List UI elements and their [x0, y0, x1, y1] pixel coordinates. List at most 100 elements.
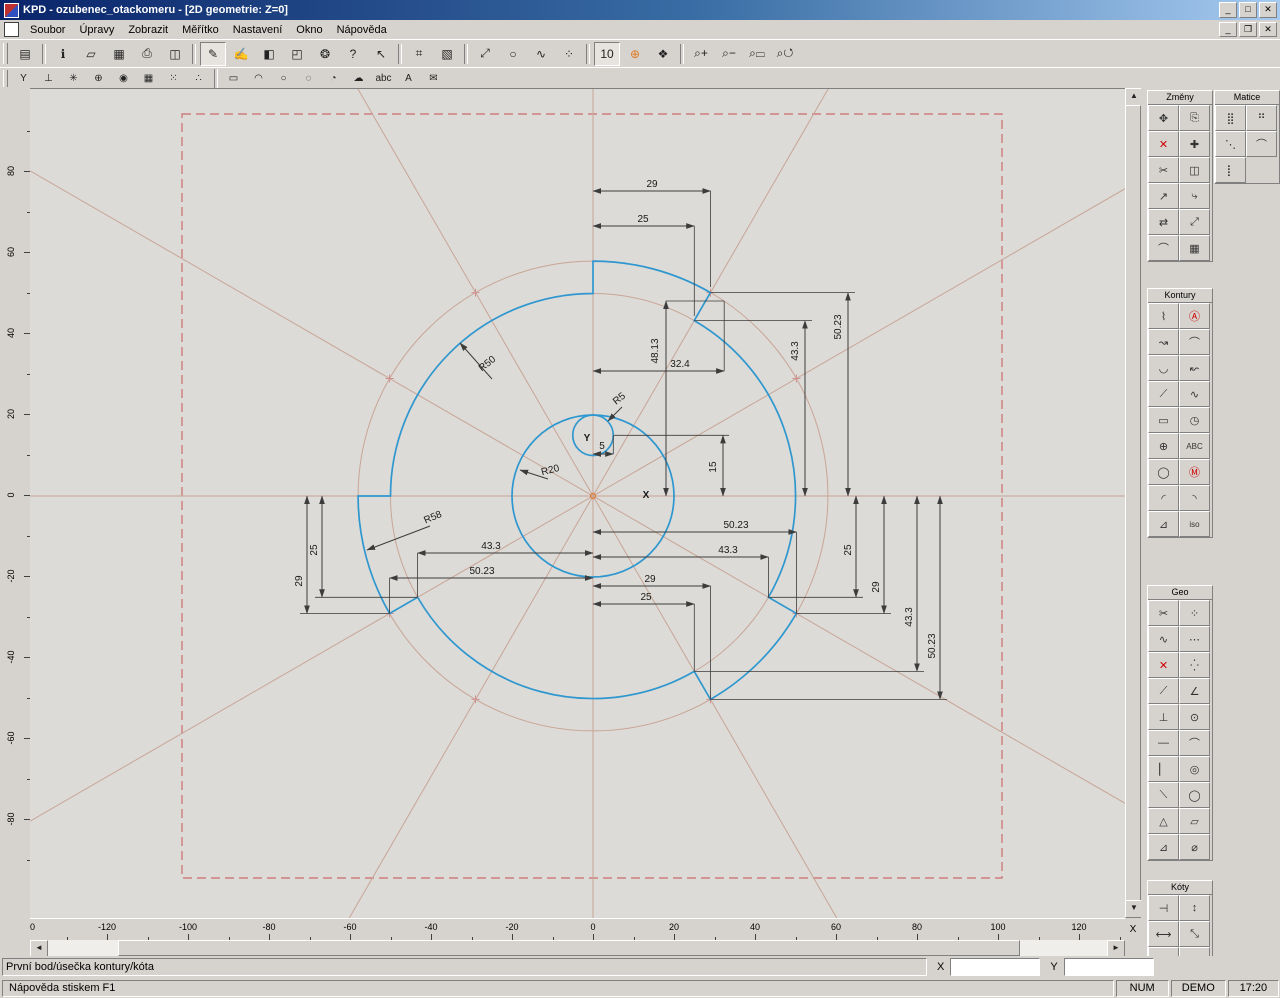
geo-perpendicular-icon[interactable]: ⊥: [1148, 704, 1179, 730]
coordinate-x-input[interactable]: [950, 958, 1040, 976]
arc-3pt-icon[interactable]: ↜: [1179, 355, 1210, 381]
open-icon[interactable]: ▱: [78, 42, 104, 66]
horizontal-scroll-thumb[interactable]: [118, 940, 1020, 956]
web-icon[interactable]: ❂: [312, 42, 338, 66]
geo-diagonal-icon[interactable]: ⟍: [1148, 782, 1179, 808]
mdi-close-button[interactable]: ✕: [1259, 22, 1277, 37]
cad-drawing[interactable]: 292532.448.1343.350.2351550.2343.343.350…: [30, 89, 1125, 919]
dim-vertical-icon[interactable]: ↕: [1179, 895, 1210, 921]
print-preview-icon[interactable]: ◫: [162, 42, 188, 66]
pan-hand-icon[interactable]: ❖: [650, 42, 676, 66]
palette-title-zmeny[interactable]: Změny: [1148, 91, 1212, 105]
spline-icon[interactable]: ∿: [1179, 381, 1210, 407]
geo-wedge-icon[interactable]: ⊿: [1148, 834, 1179, 860]
snap-10-icon[interactable]: 10: [594, 42, 620, 66]
line-arc-icon[interactable]: ↝: [1148, 329, 1179, 355]
dim-aligned-icon[interactable]: ⟷: [1148, 921, 1179, 947]
ellipse-tool-icon[interactable]: ◌: [297, 69, 320, 88]
corner-cut-icon[interactable]: ⊿: [1148, 511, 1179, 537]
edit-nc-icon[interactable]: ✍: [228, 42, 254, 66]
geo-circle-point-icon[interactable]: ⊙: [1179, 704, 1210, 730]
cloud-tool-icon[interactable]: ☁: [347, 69, 370, 88]
vertical-scroll-thumb[interactable]: [1125, 105, 1141, 903]
snap-points-icon[interactable]: ∴: [187, 69, 210, 88]
scale-icon[interactable]: ⤢: [1179, 209, 1210, 235]
menu-item-nastaveni[interactable]: Nastavení: [226, 22, 290, 38]
contour-trace-icon[interactable]: ⌇: [1148, 303, 1179, 329]
arc-tool-icon[interactable]: ◔: [322, 69, 345, 88]
delete-icon[interactable]: ✕: [1148, 131, 1179, 157]
swap-icon[interactable]: ⇄: [1148, 209, 1179, 235]
move-tool-icon[interactable]: ✥: [1148, 105, 1179, 131]
axis-y-icon[interactable]: Y: [12, 69, 35, 88]
add-element-icon[interactable]: ✚: [1179, 131, 1210, 157]
geo-dots-icon[interactable]: ⋯: [1179, 626, 1210, 652]
geo-hline-icon[interactable]: —: [1148, 730, 1179, 756]
grid-icon[interactable]: ▦: [137, 69, 160, 88]
rotate-icon[interactable]: ⤷: [1179, 183, 1210, 209]
corner-chamfer-icon[interactable]: ◝: [1179, 485, 1210, 511]
copy-matrix-icon[interactable]: ⎘: [1179, 105, 1210, 131]
spline-mode-icon[interactable]: ∿: [528, 42, 554, 66]
view-wire-icon[interactable]: ◰: [284, 42, 310, 66]
menu-item-zobrazit[interactable]: Zobrazit: [121, 22, 175, 38]
stretch-icon[interactable]: ↗: [1148, 183, 1179, 209]
geo-diameter-icon[interactable]: ⌀: [1179, 834, 1210, 860]
zoom-previous-icon[interactable]: ⌕↺: [772, 42, 798, 66]
rect-tool-icon[interactable]: ▭: [222, 69, 245, 88]
menu-item-okno[interactable]: Okno: [289, 22, 329, 38]
drawing-canvas[interactable]: 292532.448.1343.350.2351550.2343.343.350…: [30, 88, 1125, 919]
table-icon[interactable]: ⌗: [406, 42, 432, 66]
geo-parallel-icon[interactable]: ▱: [1179, 808, 1210, 834]
ortho-icon[interactable]: ⊥: [37, 69, 60, 88]
toolbar-grip[interactable]: [3, 43, 8, 65]
zoom-in-icon[interactable]: ⌕+: [688, 42, 714, 66]
mdi-minimize-button[interactable]: _: [1219, 22, 1237, 37]
contour-auto-icon[interactable]: Ⓐ: [1179, 303, 1210, 329]
mdi-restore-button[interactable]: ❐: [1239, 22, 1257, 37]
round-icon[interactable]: ⌒: [1148, 235, 1179, 261]
geo-points-icon[interactable]: ⁘: [1179, 600, 1210, 626]
geo-concentric-icon[interactable]: ◎: [1179, 756, 1210, 782]
mirror-icon[interactable]: ◫: [1179, 157, 1210, 183]
save-icon[interactable]: ▦: [106, 42, 132, 66]
palette-title-koty[interactable]: Kóty: [1148, 881, 1212, 895]
close-button[interactable]: ✕: [1259, 2, 1277, 18]
vertical-scrollbar[interactable]: ▲ ▼: [1125, 88, 1141, 918]
menu-item-napoveda[interactable]: Nápověda: [330, 22, 394, 38]
points-mode-icon[interactable]: ⁘: [556, 42, 582, 66]
text-abc-icon[interactable]: abc: [372, 69, 395, 88]
arc-line-icon[interactable]: ⌒: [1179, 329, 1210, 355]
line-angle-icon[interactable]: ⟋: [1148, 381, 1179, 407]
dim-diameter-icon[interactable]: ⌀: [1148, 947, 1179, 956]
geo-curve-icon[interactable]: ∿: [1148, 626, 1179, 652]
corner-round-icon[interactable]: ◜: [1148, 485, 1179, 511]
matrix-path-icon[interactable]: ⋱: [1215, 131, 1246, 157]
help-icon[interactable]: ?: [340, 42, 366, 66]
menu-item-meritko[interactable]: Měřítko: [175, 22, 226, 38]
geo-circle-icon[interactable]: ◯: [1179, 782, 1210, 808]
dim-horizontal-icon[interactable]: ⊣: [1148, 895, 1179, 921]
circle-full-icon[interactable]: ◯: [1148, 459, 1179, 485]
arc-tangent-icon[interactable]: ◡: [1148, 355, 1179, 381]
sketch-icon[interactable]: ▤: [12, 42, 38, 66]
mdi-document-icon[interactable]: [4, 22, 19, 37]
zoom-out-icon[interactable]: ⌕−: [716, 42, 742, 66]
note-icon[interactable]: ✉: [422, 69, 445, 88]
snap-star-icon[interactable]: ✳: [62, 69, 85, 88]
fillet-tool-icon[interactable]: ◠: [247, 69, 270, 88]
zoom-window-icon[interactable]: ⌕▭: [744, 42, 770, 66]
toolbar-grip[interactable]: [3, 70, 8, 87]
menu-item-upravy[interactable]: Úpravy: [72, 22, 121, 38]
dim-angle-icon[interactable]: ∠: [1179, 947, 1210, 956]
coordinate-y-input[interactable]: [1064, 958, 1154, 976]
minimize-button[interactable]: _: [1219, 2, 1237, 18]
circle-arc-icon[interactable]: ◷: [1179, 407, 1210, 433]
geo-vline-icon[interactable]: ▏: [1148, 756, 1179, 782]
menu-item-soubor[interactable]: Soubor: [23, 22, 72, 38]
snap-target-icon[interactable]: ⊕: [622, 42, 648, 66]
text-contour-icon[interactable]: ABC: [1179, 433, 1210, 459]
rectangle-icon[interactable]: ▭: [1148, 407, 1179, 433]
geo-cut-icon[interactable]: ✂: [1148, 600, 1179, 626]
palette-title-kontury[interactable]: Kontury: [1148, 289, 1212, 303]
